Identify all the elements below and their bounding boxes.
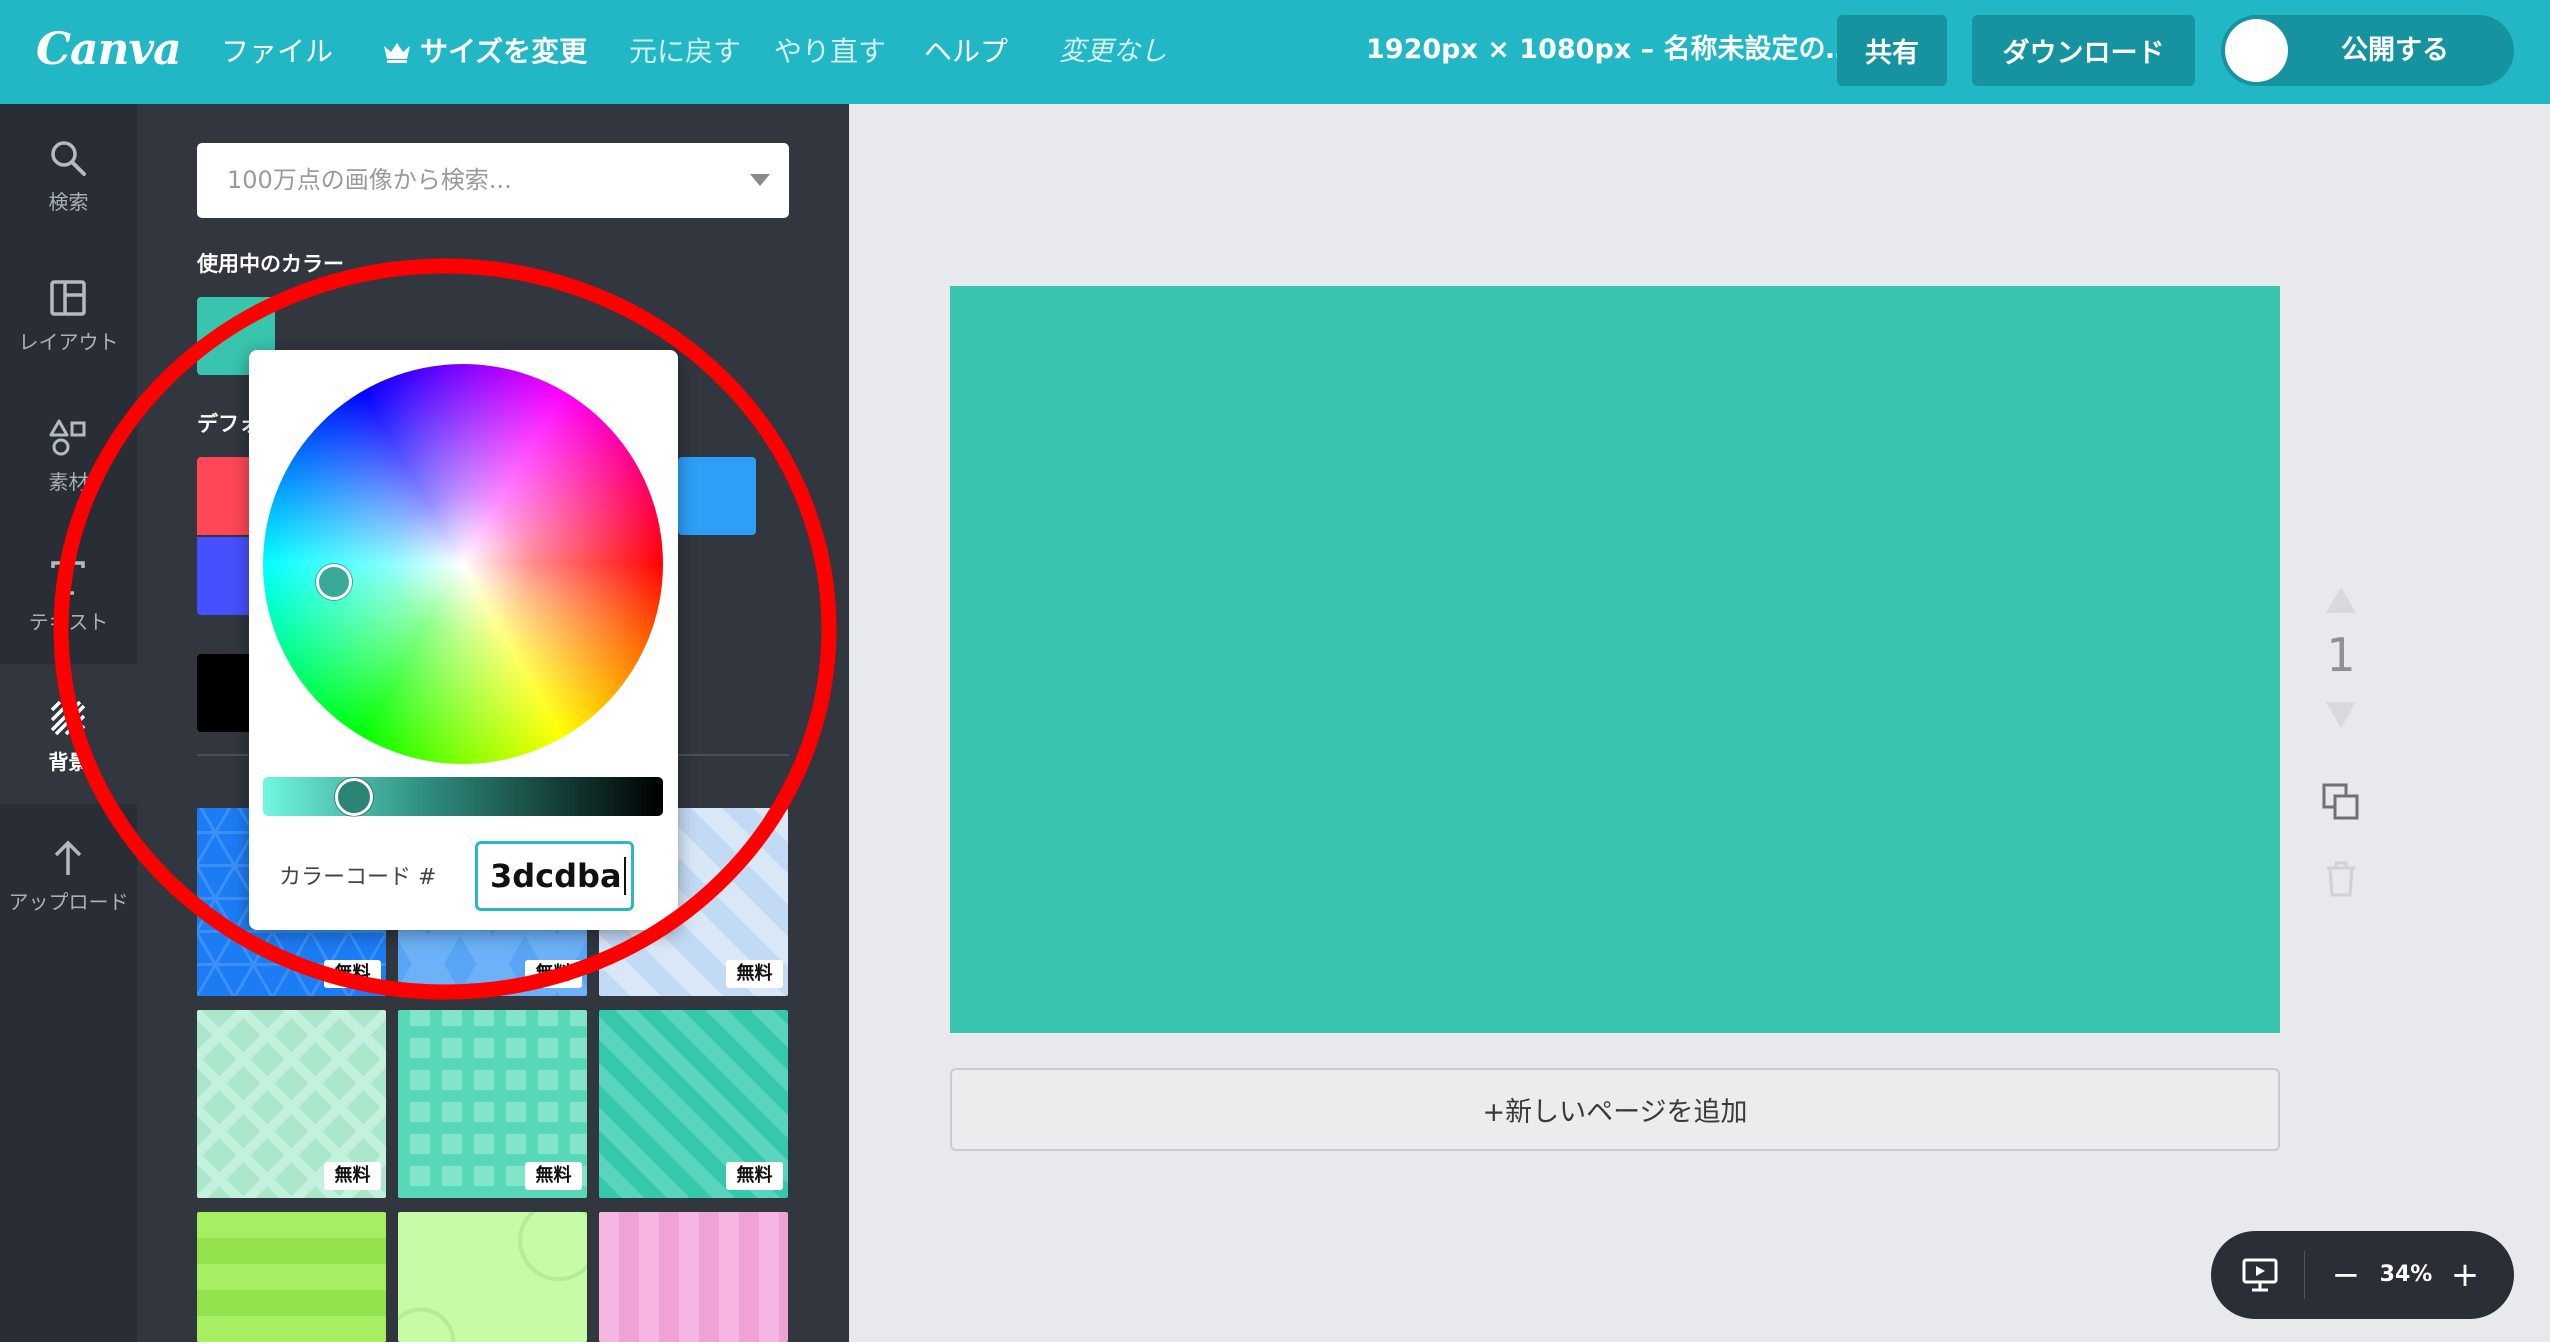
document-title[interactable]: 1920px × 1080px – 名称未設定の… <box>1366 0 1853 104</box>
canva-logo[interactable]: Canva <box>36 0 182 104</box>
sidebar-item-label: アップロード <box>8 890 129 914</box>
sidebar-item-label: 検索 <box>48 190 89 214</box>
sidebar-item-label: 背景 <box>48 750 89 774</box>
menu-redo[interactable]: やり直す <box>774 0 886 104</box>
menu-undo[interactable]: 元に戻す <box>629 0 741 104</box>
left-sidebar: 検索 レイアウト 素材 テキスト 背景 アップロード <box>0 104 137 1342</box>
shapes-icon <box>49 419 86 456</box>
color-code-input[interactable]: 3dcdba <box>475 841 634 911</box>
present-icon[interactable] <box>2240 1255 2280 1295</box>
search-placeholder: 100万点の画像から検索... <box>227 166 512 194</box>
background-icon <box>50 700 86 736</box>
publish-toggle[interactable]: 公開する <box>2221 15 2514 86</box>
download-button-label: ダウンロード <box>2002 38 2165 69</box>
free-badge: 無料 <box>525 960 582 988</box>
move-page-up-icon[interactable] <box>2324 585 2358 615</box>
free-badge: 無料 <box>324 1162 381 1190</box>
duplicate-page-icon[interactable] <box>2321 782 2361 822</box>
add-page-button[interactable]: +新しいページを追加 <box>950 1068 2280 1151</box>
page-number: 1 <box>2326 628 2356 682</box>
download-button[interactable]: ダウンロード <box>1972 15 2195 86</box>
sidebar-item-upload[interactable]: アップロード <box>0 804 137 944</box>
default-color-swatch[interactable] <box>678 457 756 535</box>
menu-help[interactable]: ヘルプ <box>924 0 1008 104</box>
color-wheel-handle[interactable] <box>316 564 353 601</box>
zoom-controls: − 34% + <box>2211 1231 2514 1319</box>
color-wheel[interactable] <box>263 364 663 764</box>
free-badge: 無料 <box>726 960 783 988</box>
image-search-input[interactable]: 100万点の画像から検索... <box>197 143 789 218</box>
zoom-in-button[interactable]: + <box>2445 1231 2485 1319</box>
shade-slider-handle[interactable] <box>335 777 374 816</box>
free-badge: 無料 <box>525 1162 582 1190</box>
share-button-label: 共有 <box>1865 38 1919 69</box>
publish-toggle-label: 公開する <box>2341 35 2449 66</box>
color-code-label: カラーコード # <box>279 865 437 890</box>
move-page-down-icon[interactable] <box>2324 700 2358 730</box>
free-badge: 無料 <box>324 960 381 988</box>
sidebar-item-label: 素材 <box>48 470 89 494</box>
chevron-down-icon[interactable] <box>749 173 771 187</box>
zoom-out-button[interactable]: − <box>2326 1231 2366 1319</box>
layout-icon <box>50 280 86 316</box>
background-pattern-tile[interactable]: 無料 <box>599 1010 788 1198</box>
background-pattern-tile[interactable] <box>398 1212 587 1342</box>
menu-file[interactable]: ファイル <box>221 0 333 104</box>
crown-icon <box>384 43 410 63</box>
sidebar-item-text[interactable]: テキスト <box>0 524 137 664</box>
sidebar-item-elements[interactable]: 素材 <box>0 384 137 524</box>
sidebar-item-background[interactable]: 背景 <box>0 664 137 804</box>
add-page-label: +新しいページを追加 <box>1482 1097 1748 1128</box>
background-pattern-tile[interactable]: 無料 <box>197 1010 386 1198</box>
text-cursor <box>623 857 626 895</box>
sidebar-item-label: レイアウト <box>18 330 119 354</box>
color-picker-popup: カラーコード # 3dcdba <box>249 350 678 930</box>
search-icon <box>51 141 86 176</box>
background-pattern-tile[interactable]: 無料 <box>398 1010 587 1198</box>
sidebar-item-label: テキスト <box>28 610 109 634</box>
publish-toggle-knob <box>2225 19 2288 82</box>
design-canvas[interactable] <box>950 286 2280 1033</box>
upload-icon <box>54 840 82 875</box>
sidebar-item-search[interactable]: 検索 <box>0 104 137 244</box>
background-pattern-tile[interactable] <box>197 1212 386 1342</box>
free-badge: 無料 <box>726 1162 783 1190</box>
delete-page-icon[interactable] <box>2323 860 2359 898</box>
used-colors-label: 使用中のカラー <box>197 252 344 276</box>
menu-resize-label: サイズを変更 <box>420 35 588 68</box>
sidebar-item-layout[interactable]: レイアウト <box>0 244 137 384</box>
menu-resize[interactable]: サイズを変更 <box>382 0 587 104</box>
text-icon <box>51 561 85 595</box>
save-status: 変更なし <box>1059 36 1167 67</box>
zoom-level[interactable]: 34% <box>2371 1231 2441 1319</box>
share-button[interactable]: 共有 <box>1837 15 1947 86</box>
background-pattern-tile[interactable] <box>599 1212 788 1342</box>
shade-slider[interactable] <box>263 777 663 816</box>
zoom-divider <box>2304 1251 2305 1299</box>
top-bar: Canva ファイル サイズを変更 元に戻す やり直す ヘルプ 変更なし 192… <box>0 0 2550 104</box>
color-code-value: 3dcdba <box>490 857 622 895</box>
